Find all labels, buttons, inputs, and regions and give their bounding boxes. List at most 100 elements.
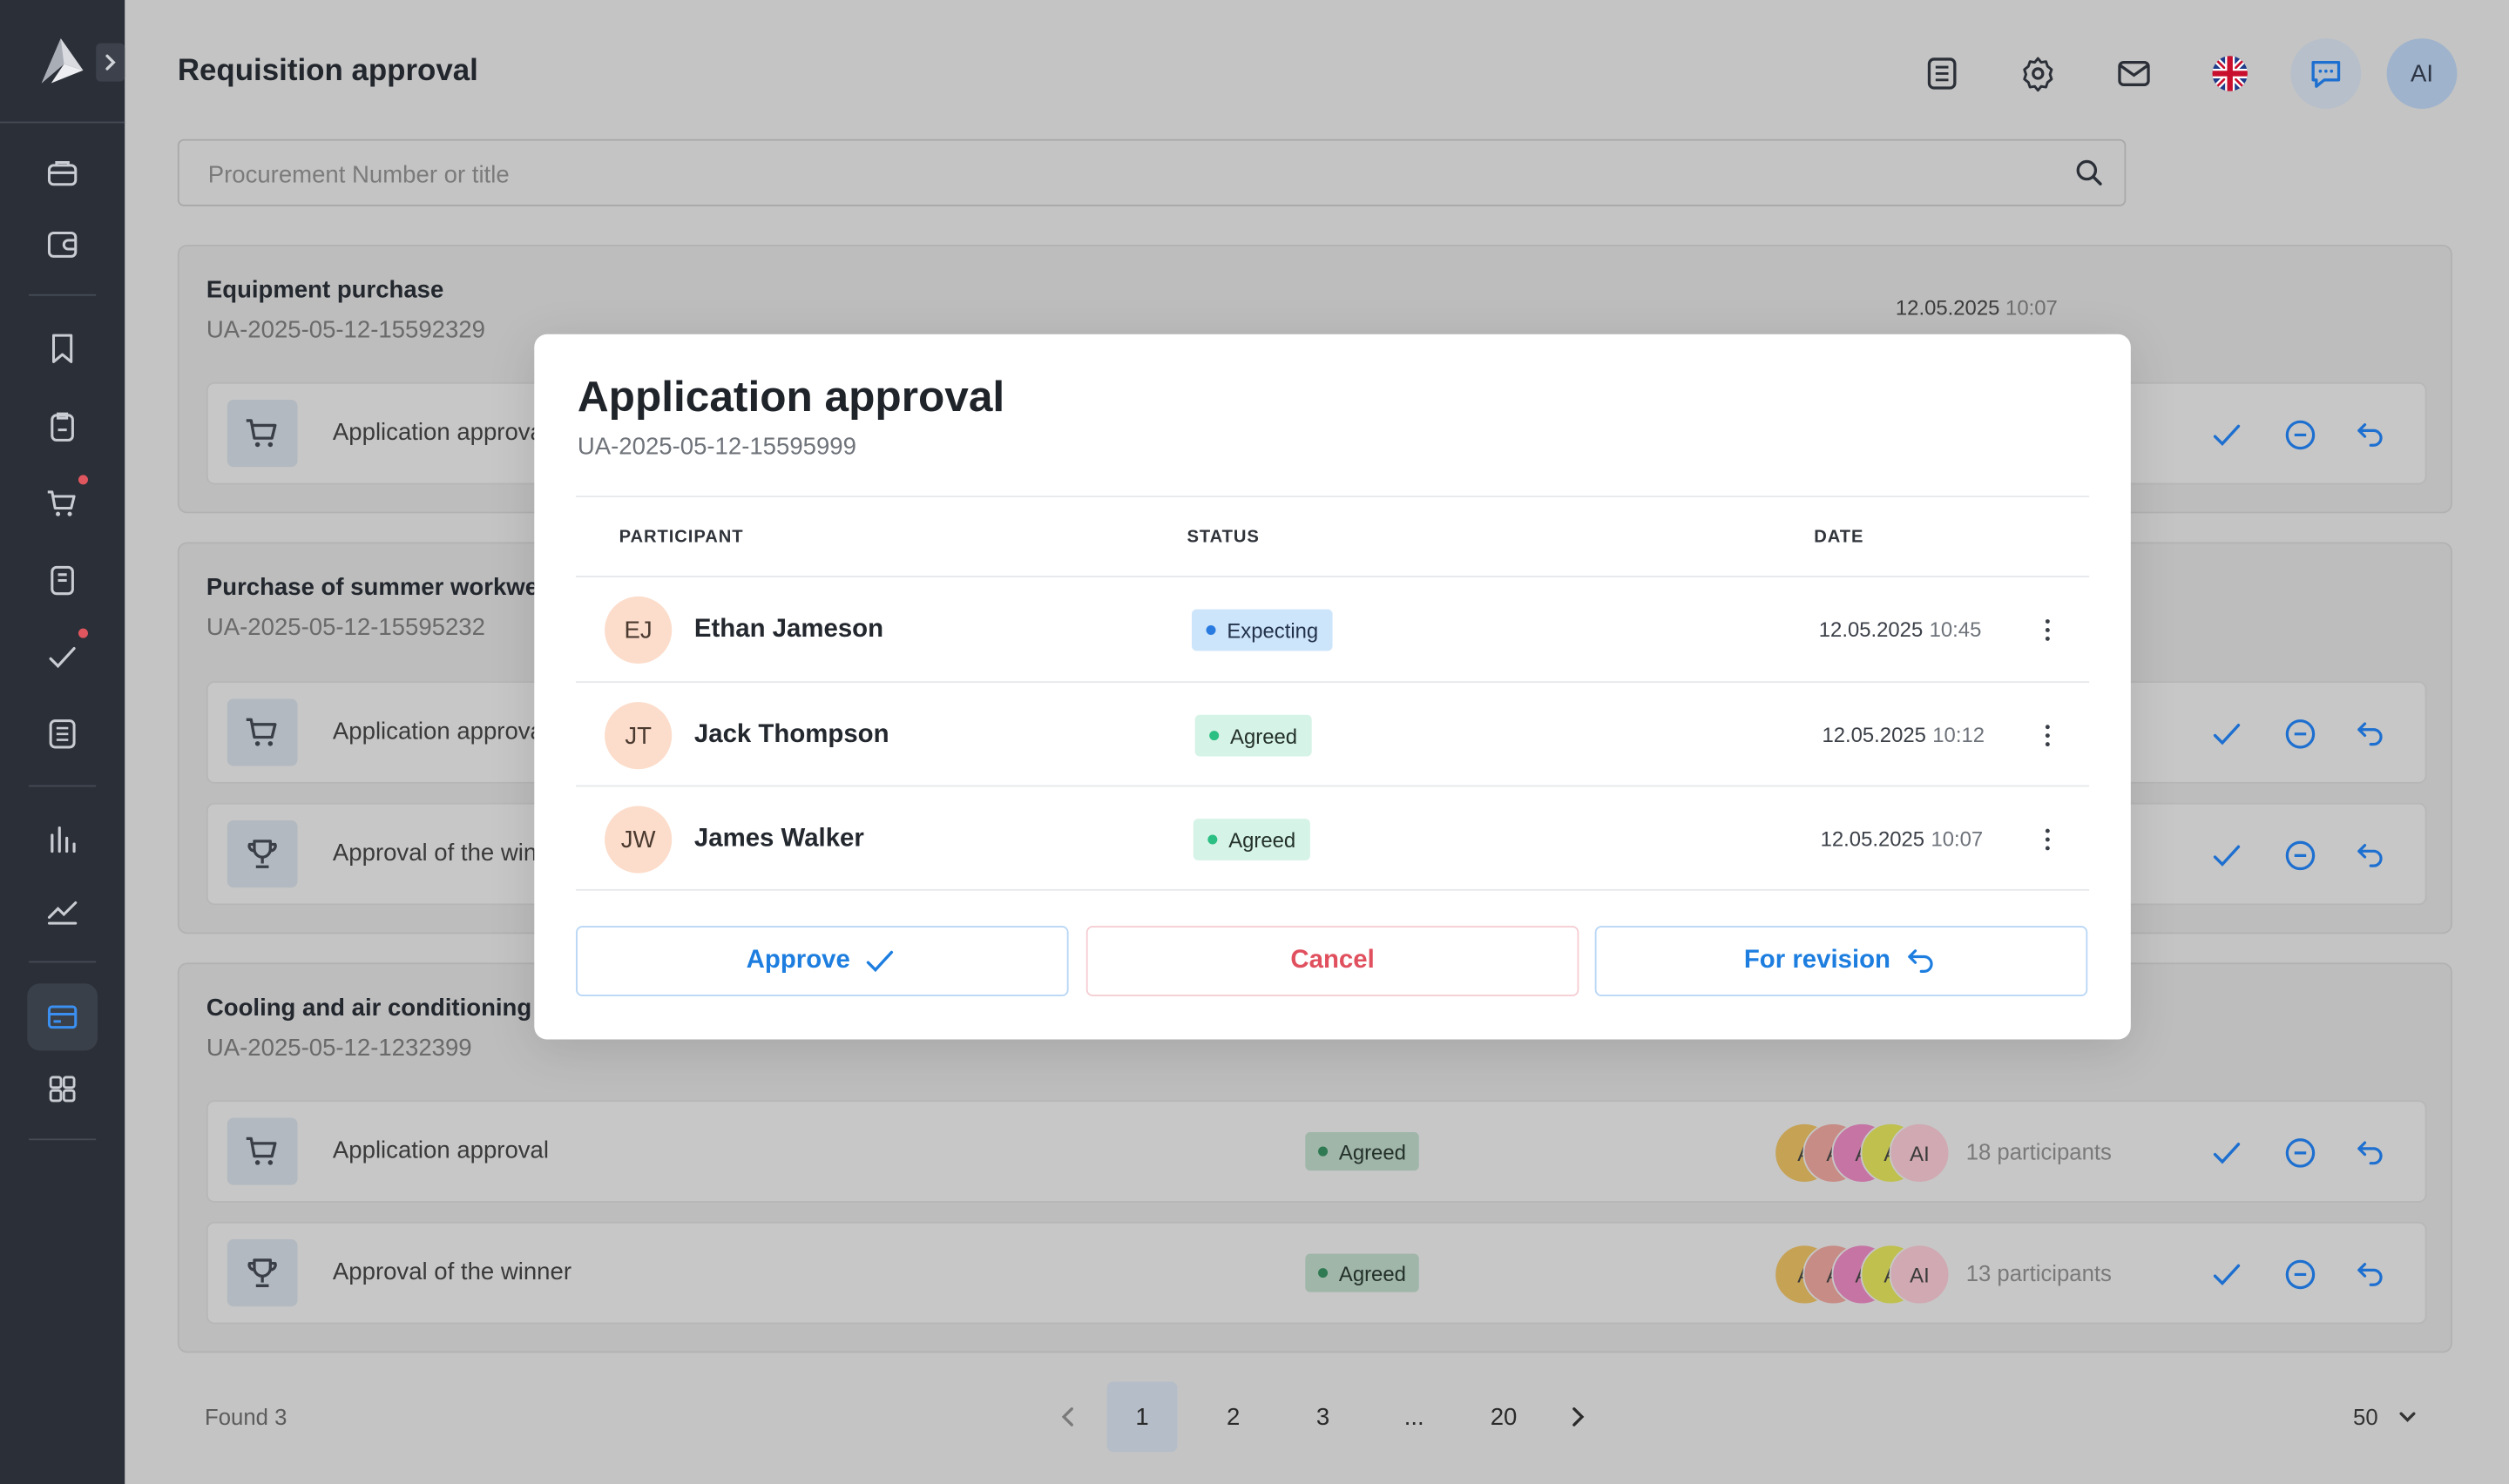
approve-action-button[interactable]: [2208, 1134, 2246, 1172]
reports-button[interactable]: [1917, 48, 1968, 99]
cart-icon: [227, 400, 298, 468]
chat-icon: [2311, 60, 2341, 88]
more-options-button[interactable]: [2028, 610, 2066, 649]
nav-cart[interactable]: [38, 480, 86, 528]
approve-action-button[interactable]: [2208, 715, 2246, 753]
status-badge: Agreed: [1305, 1132, 1419, 1171]
messages-button[interactable]: [2108, 48, 2160, 99]
approval-row[interactable]: Application approval Agreed A A A A AI 1…: [206, 1100, 2427, 1203]
cancel-action-button[interactable]: [2281, 415, 2319, 454]
nav-bar-chart[interactable]: [38, 815, 86, 863]
participant-date: 12.05.2025 10:12: [1822, 722, 1985, 747]
nav-line-chart[interactable]: [38, 887, 86, 935]
cart-icon: [227, 1117, 298, 1185]
check-icon: [2213, 724, 2241, 745]
participants-count: 13 participants: [1965, 1259, 2112, 1286]
nav-clipboard[interactable]: [38, 403, 86, 451]
revision-action-button[interactable]: [2351, 1134, 2390, 1172]
card-icon: [47, 1005, 78, 1029]
participants-count: 18 participants: [1965, 1138, 2112, 1164]
logo-icon[interactable]: [35, 35, 89, 86]
revision-action-button[interactable]: [2351, 715, 2390, 753]
revision-action-button[interactable]: [2351, 415, 2390, 454]
minus-circle-icon: [2285, 1138, 2316, 1168]
more-options-button[interactable]: [2028, 717, 2066, 755]
minus-circle-icon: [2285, 1259, 2316, 1290]
page-button[interactable]: 20: [1469, 1381, 1539, 1452]
status-badge: Agreed: [1305, 1253, 1419, 1292]
list-icon: [49, 719, 76, 749]
prev-page-button[interactable]: [1050, 1381, 1088, 1452]
card-number: UA-2025-05-12-15592329: [206, 316, 485, 344]
nav-approvals[interactable]: [38, 633, 86, 681]
chevron-right-icon: [105, 54, 116, 71]
revision-action-button[interactable]: [2351, 1255, 2390, 1293]
approval-modal: Application approval UA-2025-05-12-15595…: [534, 334, 2131, 1040]
nav-briefcase[interactable]: [38, 149, 86, 197]
undo-icon: [2357, 1141, 2383, 1165]
kebab-menu-icon: [2045, 619, 2050, 641]
bar-chart-icon: [51, 826, 76, 853]
sidebar: [0, 0, 125, 1484]
settings-button[interactable]: [2012, 48, 2064, 99]
modal-number: UA-2025-05-12-15595999: [577, 433, 856, 461]
expand-sidebar-button[interactable]: [96, 43, 125, 82]
nav-cards-active[interactable]: [27, 983, 98, 1051]
chat-button[interactable]: [2290, 38, 2362, 109]
document-icon: [1927, 57, 1957, 90]
cancel-action-button[interactable]: [2281, 1255, 2319, 1293]
cancel-button[interactable]: Cancel: [1085, 926, 1579, 996]
card-number: UA-2025-05-12-1232399: [206, 1035, 472, 1062]
row-title: Application approval: [332, 718, 549, 745]
participant-date: 12.05.2025 10:45: [1818, 617, 1982, 642]
cancel-action-button[interactable]: [2281, 836, 2319, 874]
avatar: JT: [605, 702, 673, 770]
participant-name: Jack Thompson: [693, 721, 889, 749]
gear-icon: [2023, 57, 2053, 92]
nav-wallet[interactable]: [38, 220, 86, 268]
found-count: Found 3: [205, 1404, 287, 1430]
next-page-button[interactable]: [1558, 1381, 1596, 1452]
approval-row[interactable]: Approval of the winner Agreed A A A A AI…: [206, 1221, 2427, 1325]
nav-documents[interactable]: [38, 556, 86, 604]
participant-row: EJ Ethan Jameson Expecting 12.05.2025 10:…: [576, 577, 2089, 681]
revision-action-button[interactable]: [2351, 836, 2390, 874]
language-button[interactable]: [2204, 48, 2255, 99]
nav-list[interactable]: [38, 710, 86, 758]
per-page-select[interactable]: 50: [2353, 1404, 2419, 1430]
card-number: UA-2025-05-12-15595232: [206, 614, 485, 642]
kebab-menu-icon: [2045, 725, 2050, 747]
cancel-action-button[interactable]: [2281, 715, 2319, 753]
status-badge: Expecting: [1191, 609, 1333, 651]
participant-date: 12.05.2025 10:07: [1820, 826, 1984, 851]
check-icon: [2213, 424, 2241, 446]
approve-action-button[interactable]: [2208, 836, 2246, 874]
check-icon: [867, 950, 894, 973]
for-revision-button[interactable]: For revision: [1594, 926, 2088, 996]
user-avatar[interactable]: AI: [2386, 38, 2458, 109]
search-input[interactable]: [205, 140, 2052, 208]
participant-avatars[interactable]: A A A A AI: [1774, 1123, 1951, 1184]
nav-apps[interactable]: [38, 1065, 86, 1113]
cart-icon: [227, 698, 298, 766]
check-icon: [2213, 845, 2241, 867]
approve-button[interactable]: Approve: [576, 926, 1069, 996]
check-icon: [2213, 1143, 2241, 1164]
approve-action-button[interactable]: [2208, 1255, 2246, 1293]
more-options-button[interactable]: [2028, 820, 2066, 859]
chevron-right-icon: [1572, 1407, 1585, 1427]
approve-action-button[interactable]: [2208, 415, 2246, 454]
search-icon[interactable]: [2073, 157, 2106, 189]
column-participant: PARTICIPANT: [619, 527, 744, 547]
notification-dot: [78, 628, 88, 638]
card-date: 12.05.2025 10:07: [1895, 295, 2058, 320]
cancel-action-button[interactable]: [2281, 1134, 2319, 1172]
page-button[interactable]: 2: [1198, 1381, 1268, 1452]
participant-avatars[interactable]: A A A A AI: [1774, 1244, 1951, 1305]
nav-bookmarks[interactable]: [38, 325, 86, 373]
page-button[interactable]: 3: [1288, 1381, 1358, 1452]
undo-icon: [2357, 843, 2383, 867]
page-button[interactable]: 1: [1106, 1381, 1178, 1453]
cart-icon: [47, 490, 76, 516]
participant-name: Ethan Jameson: [693, 615, 884, 644]
